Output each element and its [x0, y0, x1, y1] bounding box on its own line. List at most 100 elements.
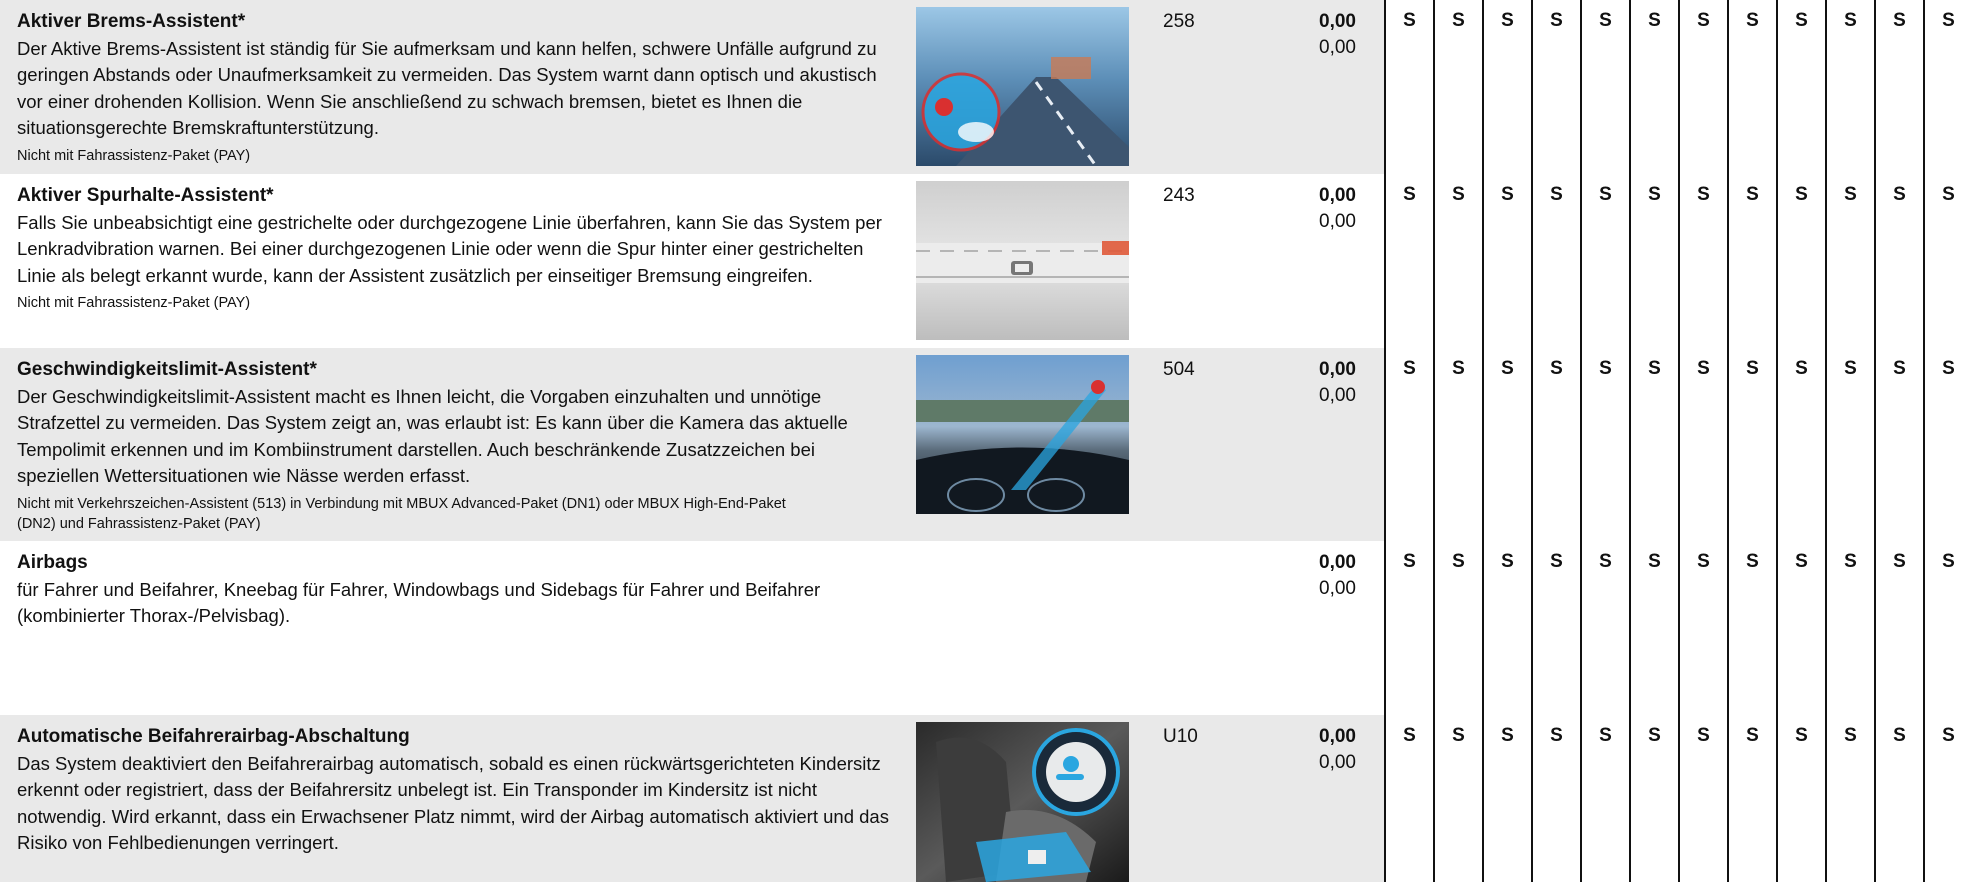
availability-mark: S: [1697, 184, 1710, 205]
table-row: Geschwindigkeitslimit-Assistent* Der Ges…: [0, 348, 1965, 541]
availability-mark: S: [1403, 358, 1416, 379]
availability-mark: S: [1599, 184, 1612, 205]
availability-mark: S: [1746, 551, 1759, 572]
column-divider: [1874, 0, 1876, 882]
availability-mark: S: [1844, 184, 1857, 205]
availability-mark: S: [1648, 551, 1661, 572]
availability-mark: S: [1942, 10, 1955, 31]
option-title: Geschwindigkeitslimit-Assistent*: [17, 359, 317, 380]
price-gross: 0,00: [1319, 752, 1356, 773]
brake-assist-image: [916, 7, 1129, 166]
availability-mark: S: [1648, 10, 1661, 31]
column-divider: [1727, 0, 1729, 882]
availability-mark: S: [1942, 184, 1955, 205]
availability-mark: S: [1795, 10, 1808, 31]
availability-mark: S: [1697, 725, 1710, 746]
option-description: Der Aktive Brems-Assistent ist ständig f…: [17, 38, 877, 139]
availability-mark: S: [1893, 10, 1906, 31]
availability-mark: S: [1893, 551, 1906, 572]
availability-mark: S: [1452, 551, 1465, 572]
availability-mark: S: [1452, 358, 1465, 379]
availability-mark: S: [1452, 725, 1465, 746]
table-row: Automatische Beifahrerairbag-Abschaltung…: [0, 715, 1965, 882]
availability-mark: S: [1403, 184, 1416, 205]
availability-mark: S: [1550, 10, 1563, 31]
column-divider: [1433, 0, 1435, 882]
column-divider: [1923, 0, 1925, 882]
availability-mark: S: [1648, 725, 1661, 746]
availability-mark: S: [1501, 10, 1514, 31]
availability-mark: S: [1697, 358, 1710, 379]
option-code: U10: [1163, 726, 1198, 747]
price-net: 0,00: [1319, 11, 1356, 32]
availability-mark: S: [1403, 551, 1416, 572]
lane-keeping-image: [916, 181, 1129, 340]
price-gross: 0,00: [1319, 578, 1356, 599]
availability-mark: S: [1599, 725, 1612, 746]
availability-mark: S: [1403, 10, 1416, 31]
option-title: Automatische Beifahrerairbag-Abschaltung: [17, 726, 410, 747]
column-divider: [1482, 0, 1484, 882]
availability-mark: S: [1501, 551, 1514, 572]
airbag-deactivation-image: [916, 722, 1129, 882]
price-net: 0,00: [1319, 185, 1356, 206]
availability-mark: S: [1599, 358, 1612, 379]
option-title: Airbags: [17, 552, 88, 573]
price-gross: 0,00: [1319, 385, 1356, 406]
column-divider: [1825, 0, 1827, 882]
availability-mark: S: [1746, 725, 1759, 746]
option-description: für Fahrer und Beifahrer, Kneebag für Fa…: [17, 579, 821, 627]
availability-mark: S: [1550, 184, 1563, 205]
availability-mark: S: [1501, 725, 1514, 746]
availability-mark: S: [1795, 551, 1808, 572]
price-net: 0,00: [1319, 552, 1356, 573]
column-divider: [1580, 0, 1582, 882]
option-note: Nicht mit Fahrassistenz-Paket (PAY): [17, 147, 251, 164]
option-title: Aktiver Spurhalte-Assistent*: [17, 185, 274, 206]
availability-mark: S: [1893, 184, 1906, 205]
availability-mark: S: [1844, 10, 1857, 31]
availability-mark: S: [1501, 184, 1514, 205]
option-code: 258: [1163, 11, 1195, 32]
price-net: 0,00: [1319, 359, 1356, 380]
availability-mark: S: [1550, 725, 1563, 746]
option-description: Das System deaktiviert den Beifahrerairb…: [17, 753, 889, 854]
availability-mark: S: [1648, 358, 1661, 379]
option-description: Falls Sie unbeabsichtigt eine gestrichel…: [17, 212, 882, 286]
availability-mark: S: [1452, 10, 1465, 31]
option-note: Nicht mit Verkehrszeichen-Assistent (513…: [17, 495, 786, 532]
availability-mark: S: [1844, 358, 1857, 379]
availability-mark: S: [1648, 184, 1661, 205]
column-divider: [1678, 0, 1680, 882]
availability-mark: S: [1501, 358, 1514, 379]
price-gross: 0,00: [1319, 211, 1356, 232]
price-net: 0,00: [1319, 726, 1356, 747]
availability-mark: S: [1893, 725, 1906, 746]
column-divider: [1531, 0, 1533, 882]
availability-mark: S: [1942, 358, 1955, 379]
availability-mark: S: [1697, 551, 1710, 572]
availability-mark: S: [1893, 358, 1906, 379]
availability-mark: S: [1795, 725, 1808, 746]
availability-mark: S: [1599, 10, 1612, 31]
option-code: 504: [1163, 359, 1195, 380]
table-row: Aktiver Spurhalte-Assistent* Falls Sie u…: [0, 174, 1965, 348]
availability-mark: S: [1599, 551, 1612, 572]
option-note: Nicht mit Fahrassistenz-Paket (PAY): [17, 295, 251, 312]
speed-limit-image: [916, 355, 1129, 514]
table-row: Airbags für Fahrer und Beifahrer, Kneeba…: [0, 541, 1965, 715]
availability-mark: S: [1697, 10, 1710, 31]
availability-mark: S: [1452, 184, 1465, 205]
availability-mark: S: [1550, 358, 1563, 379]
availability-mark: S: [1403, 725, 1416, 746]
availability-mark: S: [1795, 184, 1808, 205]
availability-mark: S: [1795, 358, 1808, 379]
option-description: Der Geschwindigkeitslimit-Assistent mach…: [17, 386, 848, 487]
option-title: Aktiver Brems-Assistent*: [17, 11, 246, 32]
availability-mark: S: [1942, 551, 1955, 572]
availability-mark: S: [1746, 358, 1759, 379]
column-divider: [1384, 0, 1386, 882]
availability-mark: S: [1746, 10, 1759, 31]
availability-mark: S: [1550, 551, 1563, 572]
option-code: 243: [1163, 185, 1195, 206]
